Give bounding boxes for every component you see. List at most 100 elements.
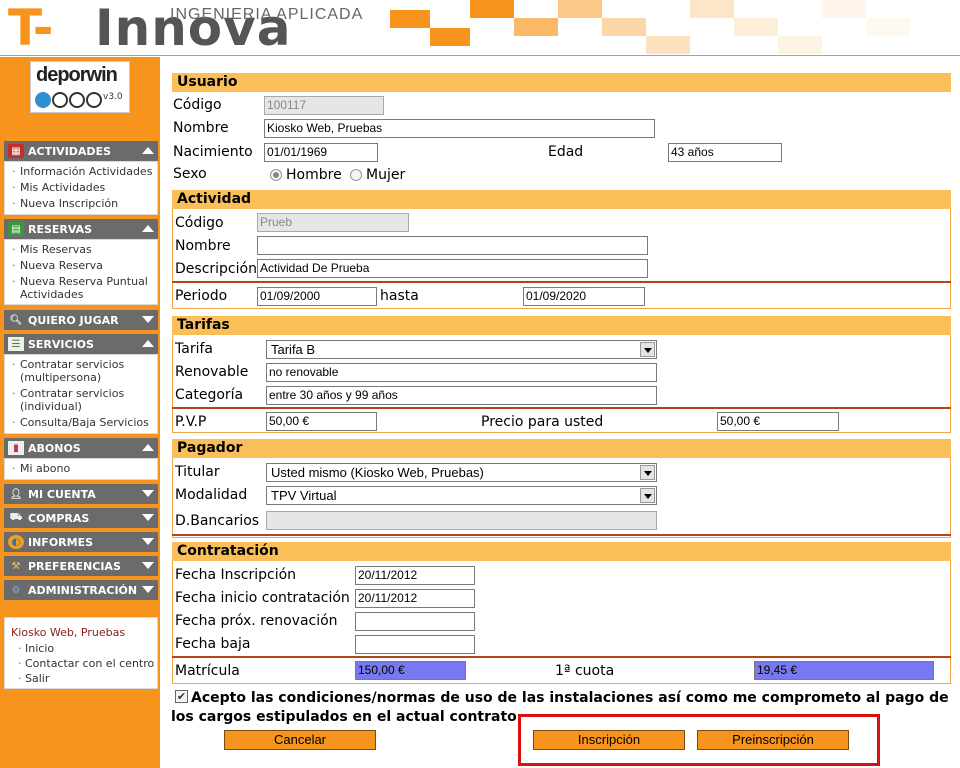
chevron-up-icon[interactable] — [142, 225, 154, 232]
menu-administracion[interactable]: ⚙ ADMINISTRACIÓN — [4, 580, 158, 600]
logo-circle — [52, 92, 68, 108]
chevron-down-icon[interactable] — [142, 490, 154, 497]
decor-square — [866, 18, 910, 36]
menu-compras[interactable]: ⛟ COMPRAS — [4, 508, 158, 528]
titular-select[interactable]: Usted mismo (Kiosko Web, Pruebas) — [266, 463, 657, 482]
usuario-nacimiento-label: Nacimiento — [173, 144, 253, 160]
tarifas-renovable-field[interactable]: no renovable — [266, 363, 657, 382]
tarifas-categoria-field[interactable]: entre 30 años y 99 años — [266, 386, 657, 405]
usuario-codigo-field: 100117 — [264, 96, 384, 115]
menu-item-informacion-actividades[interactable]: Información Actividades — [5, 165, 157, 178]
menu-item-nueva-reserva-puntual[interactable]: Nueva Reserva Puntual Actividades — [5, 275, 157, 301]
usuario-nombre-label: Nombre — [173, 120, 229, 136]
contratacion-inscripcion-field[interactable]: 20/11/2012 — [355, 566, 475, 585]
menu-body-servicios: Contratar servicios (multipersona) Contr… — [4, 354, 158, 434]
decor-square — [602, 18, 646, 36]
tarifas-pvp-label: P.V.P — [175, 414, 207, 430]
chevron-down-icon[interactable] — [640, 342, 655, 357]
menu-label: ABONOS — [28, 441, 81, 455]
link-inicio[interactable]: Inicio — [18, 642, 54, 655]
menu-item-mis-actividades[interactable]: Mis Actividades — [5, 181, 157, 194]
link-contactar[interactable]: Contactar con el centro — [18, 657, 154, 670]
chevron-down-icon[interactable] — [142, 538, 154, 545]
chevron-down-icon[interactable] — [142, 514, 154, 521]
user-name: Kiosko Web, Pruebas — [11, 626, 126, 639]
pagador-modalidad-label: Modalidad — [175, 487, 248, 503]
chevron-down-icon[interactable] — [142, 586, 154, 593]
tarifa-select[interactable]: Tarifa B — [266, 340, 657, 359]
radio-mujer[interactable] — [350, 169, 362, 181]
separator — [172, 281, 951, 283]
titular-select-value: Usted mismo (Kiosko Web, Pruebas) — [271, 465, 484, 480]
chevron-down-icon[interactable] — [640, 488, 655, 503]
menu-item-consulta-baja[interactable]: Consulta/Baja Servicios — [5, 416, 157, 429]
menu-item-nueva-inscripcion[interactable]: Nueva Inscripción — [5, 197, 157, 210]
actividad-codigo-label: Código — [175, 215, 224, 231]
actividad-codigo-field: Prueb — [257, 213, 409, 232]
chevron-up-icon[interactable] — [142, 340, 154, 347]
section-tarifas-header: Tarifas — [172, 316, 951, 335]
menu-informes[interactable]: ◐ INFORMES — [4, 532, 158, 552]
chevron-down-icon[interactable] — [640, 465, 655, 480]
section-usuario-header: Usuario — [172, 73, 951, 92]
chevron-up-icon[interactable] — [142, 444, 154, 451]
modalidad-select[interactable]: TPV Virtual — [266, 486, 657, 505]
accept-checkbox[interactable]: ✔ — [175, 690, 188, 703]
menu-item-contratar-multipersona[interactable]: Contratar servicios (multipersona) — [5, 358, 157, 384]
card-icon: ▮ — [8, 441, 24, 455]
cart-icon: ⛟ — [9, 511, 23, 523]
contratacion-renovacion-field[interactable] — [355, 612, 475, 631]
actividad-periodo-desde[interactable]: 01/09/2000 — [257, 287, 377, 306]
menu-servicios[interactable]: ☰ SERVICIOS — [4, 334, 158, 354]
app-version: v3.0 — [103, 92, 123, 102]
decor-square — [646, 36, 690, 54]
menu-item-contratar-individual[interactable]: Contratar servicios (individual) — [5, 387, 157, 413]
actividad-nombre-field[interactable] — [257, 236, 648, 255]
contratacion-cuota-field[interactable]: 19,45 € — [754, 661, 934, 680]
radio-hombre[interactable] — [270, 169, 282, 181]
contratacion-matricula-field[interactable]: 150,00 € — [355, 661, 466, 680]
contratacion-renovacion-label: Fecha próx. renovación — [175, 613, 338, 629]
user-box: Kiosko Web, Pruebas Inicio Contactar con… — [4, 617, 158, 689]
tarifas-precio-usted-field[interactable]: 50,00 € — [717, 412, 839, 431]
cancelar-button[interactable]: Cancelar — [224, 730, 376, 750]
logo-circle — [69, 92, 85, 108]
court-icon: ▤ — [8, 222, 24, 236]
chevron-down-icon[interactable] — [142, 562, 154, 569]
tarifas-renovable-label: Renovable — [175, 364, 249, 380]
chevron-up-icon[interactable] — [142, 147, 154, 154]
actividad-descripcion-field[interactable]: Actividad De Prueba — [257, 259, 648, 278]
menu-abonos[interactable]: ▮ ABONOS — [4, 438, 158, 458]
header: T- Innova INGENIERIA APLICADA — [0, 0, 960, 56]
racket-icon: 🔍︎ — [9, 314, 23, 326]
globe-icon: ⚙ — [11, 584, 21, 596]
menu-item-mi-abono[interactable]: Mi abono — [5, 462, 157, 475]
chart-icon: ◐ — [8, 535, 24, 549]
contratacion-inicio-field[interactable]: 20/11/2012 — [355, 589, 475, 608]
actividad-periodo-hasta[interactable]: 01/09/2020 — [523, 287, 645, 306]
menu-reservas[interactable]: ▤ RESERVAS — [4, 219, 158, 239]
menu-label: ACTIVIDADES — [28, 144, 111, 158]
menu-item-mis-reservas[interactable]: Mis Reservas — [5, 243, 157, 256]
menu-preferencias[interactable]: ⚒ PREFERENCIAS — [4, 556, 158, 576]
menu-item-nueva-reserva[interactable]: Nueva Reserva — [5, 259, 157, 272]
menu-actividades[interactable]: ▦ ACTIVIDADES — [4, 141, 158, 161]
contratacion-baja-field[interactable] — [355, 635, 475, 654]
chevron-down-icon[interactable] — [142, 316, 154, 323]
usuario-edad-label: Edad — [548, 144, 584, 160]
sidebar: deporwin v3.0 ▦ ACTIVIDADES Información … — [0, 57, 160, 768]
menu-quiero-jugar[interactable]: 🔍︎ QUIERO JUGAR — [4, 310, 158, 330]
pagador-bancarios-field — [266, 511, 657, 530]
menu-mi-cuenta[interactable]: 👤︎ MI CUENTA — [4, 484, 158, 504]
tarifas-pvp-field[interactable]: 50,00 € — [266, 412, 377, 431]
list-icon: ☰ — [8, 337, 24, 351]
usuario-nombre-field[interactable]: Kiosko Web, Pruebas — [264, 119, 655, 138]
highlight-box — [518, 714, 880, 766]
logo-circle — [35, 92, 51, 108]
usuario-nacimiento-field[interactable]: 01/01/1969 — [264, 143, 378, 162]
actividad-descripcion-label: Descripción — [175, 261, 257, 277]
app-logo-name: deporwin — [36, 64, 118, 86]
usuario-edad-field[interactable]: 43 años — [668, 143, 782, 162]
menu-label: MI CUENTA — [28, 487, 96, 501]
link-salir[interactable]: Salir — [18, 672, 49, 685]
